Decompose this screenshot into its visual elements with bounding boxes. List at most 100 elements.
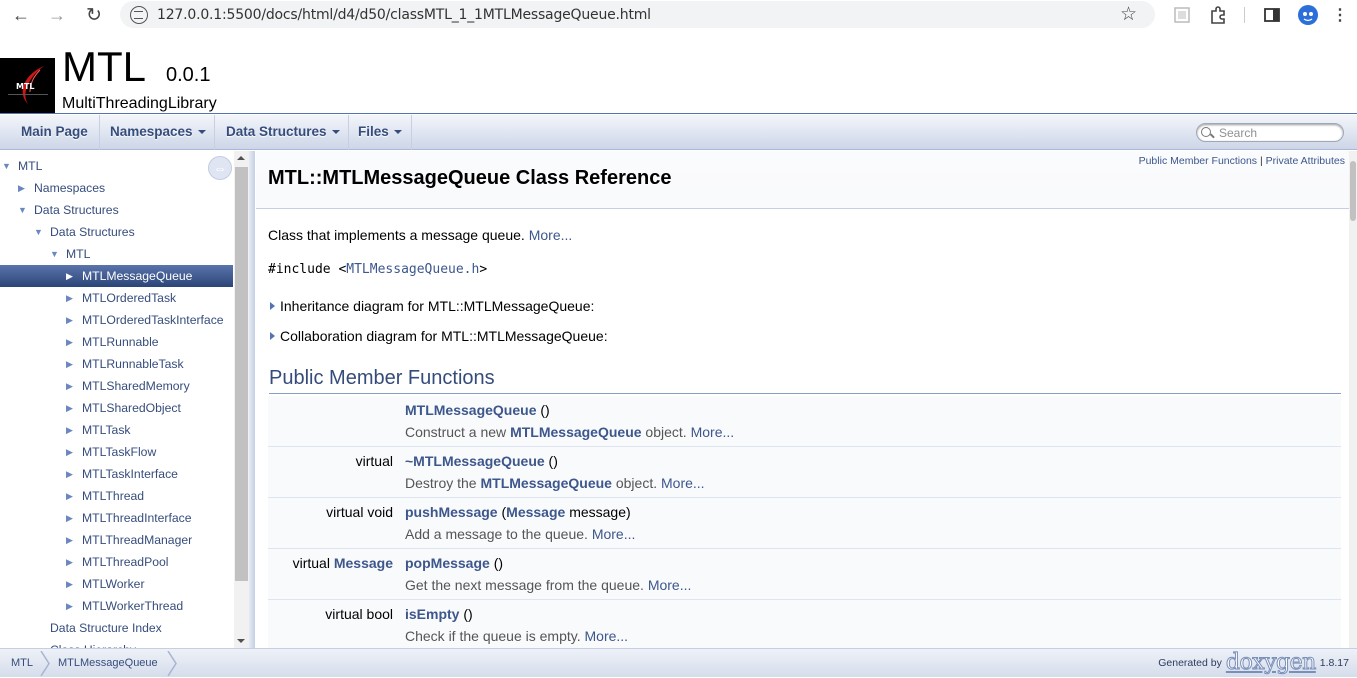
tree-item[interactable]: ▶ MTLOrderedTask <box>0 287 233 309</box>
collapsed-arrow-icon[interactable]: ▶ <box>66 441 73 463</box>
menu-main-page[interactable]: Main Page <box>0 115 100 150</box>
collapsed-arrow-icon[interactable]: ▶ <box>66 573 73 595</box>
tree-item[interactable]: ▶ MTLRunnableTask <box>0 353 233 375</box>
collapsed-arrow-icon[interactable]: ▶ <box>66 375 73 397</box>
menu-files[interactable]: Files <box>346 115 412 150</box>
puzzle-icon[interactable] <box>1208 5 1228 25</box>
main-scrollbar[interactable] <box>1349 151 1357 648</box>
bookmark-star-icon[interactable]: ☆ <box>1120 3 1137 26</box>
collapsed-arrow-icon[interactable]: ▶ <box>66 331 73 353</box>
class-brief: Class that implements a message queue. M… <box>268 227 572 243</box>
inheritance-diagram-toggle[interactable]: Inheritance diagram for MTL::MTLMessageQ… <box>270 298 594 314</box>
collapsed-arrow-icon[interactable]: ▶ <box>66 463 73 485</box>
collaboration-diagram-toggle[interactable]: Collaboration diagram for MTL::MTLMessag… <box>270 328 608 344</box>
include-file-link[interactable]: MTLMessageQueue.h <box>346 262 479 277</box>
tree-item[interactable]: ▼ MTL <box>0 155 233 177</box>
member-name-link[interactable]: popMessage <box>405 555 490 571</box>
expanded-arrow-icon[interactable]: ▼ <box>34 221 43 243</box>
tree-item[interactable]: ▶ MTLThreadManager <box>0 529 233 551</box>
back-icon[interactable]: ← <box>9 3 33 27</box>
more-link[interactable]: More... <box>648 577 692 593</box>
search-input[interactable]: Search <box>1219 126 1257 140</box>
tree-item-label: Data Structures <box>50 225 135 239</box>
summary-public-link[interactable]: Public Member Functions <box>1139 155 1257 167</box>
collapsed-arrow-icon[interactable]: ▶ <box>66 551 73 573</box>
tree-item[interactable]: ▶ MTLTaskFlow <box>0 441 233 463</box>
collapsed-arrow-icon[interactable]: ▶ <box>66 397 73 419</box>
search-icon[interactable] <box>1201 127 1211 137</box>
collapsed-arrow-icon[interactable]: ▶ <box>66 507 73 529</box>
collapsed-arrow-icon[interactable]: ▶ <box>66 265 73 287</box>
url-text[interactable]: 127.0.0.1:5500/docs/html/d4/d50/classMTL… <box>157 7 651 23</box>
desc-class-link[interactable]: MTLMessageQueue <box>510 424 641 440</box>
tree-item[interactable]: ▶ MTLSharedObject <box>0 397 233 419</box>
collapsed-arrow-icon[interactable]: ▶ <box>66 353 73 375</box>
tree-item[interactable]: ▶ MTLRunnable <box>0 331 233 353</box>
return-type-link[interactable]: Message <box>334 555 393 571</box>
profile-avatar-icon[interactable] <box>1298 5 1318 25</box>
scrollbar-thumb[interactable] <box>235 167 248 581</box>
tree-item[interactable]: ▶ MTLSharedMemory <box>0 375 233 397</box>
search-field[interactable]: Search <box>1196 123 1344 142</box>
collapsed-arrow-icon[interactable]: ▶ <box>66 309 73 331</box>
arg-type-link[interactable]: Message <box>506 504 565 520</box>
tree-item[interactable]: ▶ MTLThread <box>0 485 233 507</box>
nav-tree: ▼ MTL ▶ Namespaces ▼ Data Structures ▼ Data Str… <box>0 151 233 648</box>
more-link[interactable]: More... <box>661 475 705 491</box>
collapsed-arrow-icon[interactable]: ▶ <box>66 529 73 551</box>
tree-item[interactable]: Data Structure Index <box>0 617 233 639</box>
collapsed-arrow-icon[interactable]: ▶ <box>66 287 73 309</box>
more-link[interactable]: More... <box>585 628 629 644</box>
collapsed-arrow-icon[interactable]: ▶ <box>66 419 73 441</box>
collapsed-arrow-icon[interactable]: ▶ <box>66 595 73 617</box>
expanded-arrow-icon[interactable]: ▼ <box>50 243 59 265</box>
tree-item[interactable]: ▶ MTLTaskInterface <box>0 463 233 485</box>
tree-item[interactable]: ▼ MTL <box>0 243 233 265</box>
tree-item[interactable]: ▶ MTLThreadPool <box>0 551 233 573</box>
more-link[interactable]: More... <box>592 526 636 542</box>
site-info-icon[interactable] <box>130 6 148 24</box>
more-link[interactable]: More... <box>691 424 735 440</box>
member-name-link[interactable]: isEmpty <box>405 606 459 622</box>
reload-icon[interactable]: ↻ <box>82 3 106 27</box>
tree-item[interactable]: ▶ MTLMessageQueue <box>0 265 233 287</box>
breadcrumb-class[interactable]: MTLMessageQueue <box>58 649 158 678</box>
member-description: Add a message to the queue. More... <box>405 526 635 542</box>
menu-namespaces[interactable]: Namespaces <box>98 115 215 150</box>
address-bar[interactable]: 127.0.0.1:5500/docs/html/d4/d50/classMTL… <box>120 1 1155 28</box>
tree-item[interactable]: ▶ Namespaces <box>0 177 233 199</box>
expanded-arrow-icon[interactable]: ▼ <box>2 155 11 177</box>
scroll-down-icon[interactable] <box>237 639 245 643</box>
menu-data-structures[interactable]: Data Structures <box>214 115 349 150</box>
collapsed-arrow-icon[interactable]: ▶ <box>66 485 73 507</box>
doxygen-logo[interactable]: doxygen <box>1225 651 1316 674</box>
forward-icon[interactable]: → <box>45 3 69 27</box>
sync-toggle-icon[interactable]: ⇔ <box>208 156 232 180</box>
tree-item[interactable]: ▼ Data Structures <box>0 221 233 243</box>
tree-item-label: Namespaces <box>34 181 106 195</box>
extension-icon[interactable] <box>1172 5 1192 25</box>
summary-private-link[interactable]: Private Attributes <box>1266 155 1345 167</box>
collapsed-arrow-icon[interactable]: ▶ <box>18 177 25 199</box>
expanded-arrow-icon[interactable]: ▼ <box>18 199 27 221</box>
menu-kebab-icon[interactable]: ⋮ <box>1328 3 1352 27</box>
tree-item[interactable]: ▶ MTLOrderedTaskInterface <box>0 309 233 331</box>
tree-item[interactable]: ▶ MTLThreadInterface <box>0 507 233 529</box>
project-logo: MTL <box>0 58 55 113</box>
more-link[interactable]: More... <box>529 227 573 243</box>
tree-item[interactable]: ▶ MTLWorkerThread <box>0 595 233 617</box>
split-bar[interactable] <box>249 151 255 648</box>
tree-item[interactable]: ▼ Data Structures <box>0 199 233 221</box>
scroll-up-icon[interactable] <box>237 156 245 160</box>
member-name-link[interactable]: MTLMessageQueue <box>405 402 536 418</box>
tree-item[interactable]: ▶ MTLWorker <box>0 573 233 595</box>
member-name-link[interactable]: pushMessage <box>405 504 498 520</box>
breadcrumb-mtl[interactable]: MTL <box>11 649 33 678</box>
side-panel-icon[interactable] <box>1262 5 1282 25</box>
member-name-link[interactable]: ~MTLMessageQueue <box>405 453 545 469</box>
desc-class-link[interactable]: MTLMessageQueue <box>480 475 611 491</box>
side-nav-scrollbar[interactable] <box>234 151 249 648</box>
tree-item[interactable]: ▶ MTLTask <box>0 419 233 441</box>
scrollbar-thumb[interactable] <box>1350 161 1356 221</box>
tree-item[interactable]: Class Hierarchy <box>0 639 233 648</box>
